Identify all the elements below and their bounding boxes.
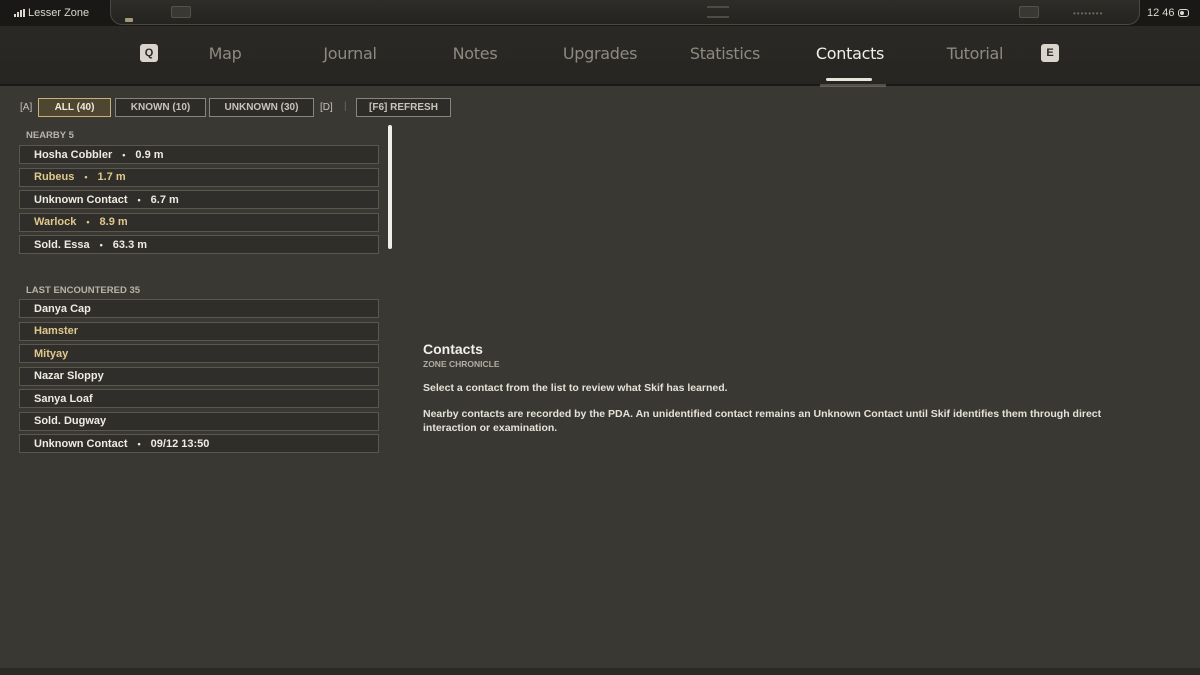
contact-name: Sold. Essa: [34, 238, 90, 251]
contact-name: Sanya Loaf: [34, 392, 93, 405]
device-frame: ••••••••: [110, 0, 1140, 25]
contact-name: Unknown Contact: [34, 193, 128, 206]
separator-dot: •: [84, 172, 88, 182]
contact-row[interactable]: Sold. Essa • 63.3 m: [19, 235, 379, 254]
separator-dot: •: [122, 149, 126, 160]
bottom-edge: [0, 668, 1200, 675]
detail-subtitle: ZONE CHRONICLE: [423, 359, 500, 369]
contact-detail: 1.7 m: [97, 171, 126, 183]
detail-paragraph-2: Nearby contacts are recorded by the PDA.…: [423, 408, 1102, 434]
separator-dot: •: [137, 438, 141, 449]
contact-row[interactable]: Mityay: [19, 344, 379, 363]
contact-name: Hosha Cobbler: [34, 148, 113, 161]
contact-detail: 63.3 m: [112, 238, 148, 251]
prev-tab-key[interactable]: Q: [140, 44, 158, 62]
contact-name: Sold. Dugway: [34, 415, 107, 427]
tab-upgrades[interactable]: Upgrades: [540, 44, 660, 63]
tab-notes[interactable]: Notes: [415, 44, 535, 63]
status-bar: Lesser Zone •••••••• 12 46: [0, 0, 1200, 26]
contact-detail: 09/12 13:50: [150, 437, 210, 450]
zone-name: Lesser Zone: [28, 7, 90, 19]
separator-dot: •: [86, 217, 90, 227]
filter-prev-key: [A]: [20, 102, 33, 113]
contact-name: Nazar Sloppy: [34, 370, 104, 382]
filter-unknown-button[interactable]: UNKNOWN (30): [209, 98, 314, 117]
contact-row[interactable]: Unknown Contact • 09/12 13:50: [19, 434, 379, 453]
separator-dot: •: [137, 194, 141, 205]
clock: 12 46: [1147, 7, 1175, 19]
filter-known-button[interactable]: KNOWN (10): [115, 98, 206, 117]
contact-row[interactable]: Sold. Dugway: [19, 411, 379, 431]
next-tab-key[interactable]: E: [1041, 44, 1059, 62]
detail-paragraph-1: Select a contact from the list to review…: [423, 382, 728, 394]
contact-name: Danya Cap: [34, 302, 91, 315]
contact-row[interactable]: Danya Cap: [19, 299, 379, 318]
active-tab-glow: [820, 84, 886, 87]
filter-next-key: [D]: [320, 102, 333, 113]
tab-bar: Q Map Journal Notes Upgrades Statistics …: [0, 26, 1200, 87]
active-tab-indicator: [826, 78, 872, 81]
contact-row[interactable]: Hamster: [19, 321, 379, 341]
battery-icon: [1178, 9, 1189, 17]
tab-map[interactable]: Map: [165, 44, 285, 63]
contact-row[interactable]: Hosha Cobbler • 0.9 m: [19, 145, 379, 164]
separator-dot: •: [99, 239, 103, 250]
frame-led: [125, 18, 133, 22]
contact-detail: 6.7 m: [150, 193, 179, 206]
list-scrollbar[interactable]: [388, 125, 392, 249]
contact-row[interactable]: Rubeus • 1.7 m: [19, 167, 379, 187]
tab-journal[interactable]: Journal: [290, 44, 410, 63]
contact-row[interactable]: Sanya Loaf: [19, 389, 379, 408]
filter-separator: |: [344, 101, 347, 112]
contact-row[interactable]: Unknown Contact • 6.7 m: [19, 190, 379, 209]
contact-detail: 0.9 m: [135, 148, 164, 161]
filter-all-button[interactable]: ALL (40): [38, 98, 111, 117]
contact-name: Unknown Contact: [34, 437, 128, 450]
frame-notch-right: [1019, 6, 1039, 18]
detail-title: Contacts: [423, 341, 483, 357]
frame-dots: ••••••••: [1073, 9, 1104, 18]
refresh-button[interactable]: [F6] REFRESH: [356, 98, 451, 117]
frame-slot: [707, 6, 729, 18]
frame-notch-left: [171, 6, 191, 18]
tab-statistics[interactable]: Statistics: [665, 44, 785, 63]
nearby-section-title: NEARBY 5: [26, 130, 74, 141]
signal-icon: [14, 9, 26, 17]
contact-detail: 8.9 m: [99, 216, 128, 228]
contact-name: Rubeus: [34, 171, 75, 183]
tab-tutorial[interactable]: Tutorial: [915, 44, 1035, 63]
pda-screen: Lesser Zone •••••••• 12 46 Q Map Journal…: [0, 0, 1200, 675]
last-encountered-section-title: LAST ENCOUNTERED 35: [26, 285, 141, 296]
contact-row[interactable]: Warlock • 8.9 m: [19, 212, 379, 232]
contact-row[interactable]: Nazar Sloppy: [19, 366, 379, 386]
contact-name: Hamster: [34, 325, 79, 337]
tab-contacts[interactable]: Contacts: [790, 44, 910, 63]
contact-name: Warlock: [34, 216, 77, 228]
contact-name: Mityay: [34, 347, 69, 360]
